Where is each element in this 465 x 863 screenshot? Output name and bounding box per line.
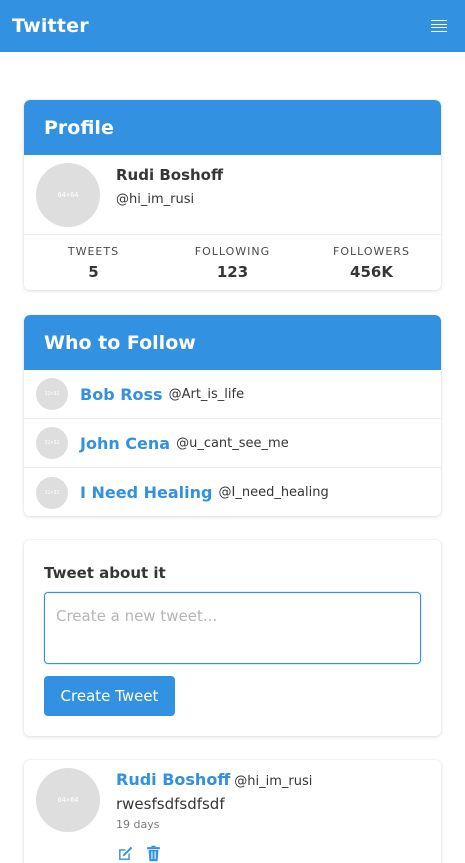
stat-label: FOLLOWERS	[333, 245, 410, 258]
hamburger-icon[interactable]	[431, 20, 447, 32]
tweet-input[interactable]	[44, 592, 421, 664]
profile-body: 64×64 Rudi Boshoff @hi_im_rusi	[24, 155, 441, 235]
tweet-actions	[116, 844, 162, 862]
follow-user-name[interactable]: Bob Ross	[80, 385, 163, 404]
follow-list: 32×32 Bob Ross @Art_is_life 32×32 John C…	[24, 370, 441, 516]
tweet-meta: Rudi Boshoff @hi_im_rusi	[116, 770, 312, 789]
stat-value: 5	[88, 263, 99, 281]
avatar: 32×32	[36, 427, 68, 459]
who-to-follow-card: Who to Follow 32×32 Bob Ross @Art_is_lif…	[24, 315, 441, 516]
tweet-item: 64×64 Rudi Boshoff @hi_im_rusi rwesfsdfs…	[24, 760, 441, 863]
follow-user-handle: @u_cant_see_me	[176, 435, 289, 451]
tweet-timestamp: 19 days	[116, 818, 160, 831]
follow-suggestion[interactable]: 32×32 Bob Ross @Art_is_life	[24, 370, 441, 419]
follow-user-name[interactable]: John Cena	[80, 434, 170, 453]
create-tweet-button[interactable]: Create Tweet	[44, 676, 175, 716]
stat-followers[interactable]: FOLLOWERS 456K	[302, 235, 441, 290]
tweet-handle: @hi_im_rusi	[234, 774, 313, 789]
follow-user-handle: @I_need_healing	[218, 485, 329, 500]
follow-user-handle: @Art_is_life	[168, 386, 245, 402]
profile-card: Profile 64×64 Rudi Boshoff @hi_im_rusi T…	[24, 100, 441, 290]
avatar: 32×32	[36, 476, 68, 509]
follow-suggestion[interactable]: 32×32 John Cena @u_cant_see_me	[24, 419, 441, 468]
avatar-placeholder-text: 32×32	[44, 489, 60, 496]
tweet-form-label: Tweet about it	[44, 564, 166, 582]
brand-logo[interactable]: Twitter	[12, 15, 89, 37]
stat-following[interactable]: FOLLOWING 123	[163, 235, 302, 290]
avatar: 64×64	[36, 768, 100, 832]
avatar-placeholder-text: 32×32	[44, 391, 60, 397]
profile-stats: TWEETS 5 FOLLOWING 123 FOLLOWERS 456K	[24, 235, 441, 290]
profile-name: Rudi Boshoff	[116, 166, 224, 184]
profile-card-title: Profile	[24, 100, 441, 155]
tweet-text: rwesfsdfsdfsdf	[116, 795, 225, 813]
stat-value: 123	[216, 263, 249, 281]
navbar: Twitter	[0, 0, 465, 52]
avatar: 64×64	[36, 163, 100, 227]
follow-user-name[interactable]: I Need Healing	[80, 483, 213, 502]
stat-label: TWEETS	[67, 245, 120, 258]
edit-icon[interactable]	[116, 844, 134, 862]
profile-handle: @hi_im_rusi	[116, 192, 195, 207]
stat-label: FOLLOWING	[194, 245, 271, 258]
stat-tweets[interactable]: TWEETS 5	[24, 235, 163, 290]
avatar-placeholder-text: 32×32	[44, 440, 60, 446]
avatar: 32×32	[36, 378, 68, 410]
avatar-placeholder-text: 64×64	[57, 191, 79, 199]
tweet-author[interactable]: Rudi Boshoff	[116, 770, 230, 789]
stat-value: 456K	[350, 263, 393, 281]
avatar-placeholder-text: 64×64	[57, 796, 79, 804]
follow-suggestion[interactable]: 32×32 I Need Healing @I_need_healing	[24, 468, 441, 516]
who-to-follow-title: Who to Follow	[24, 315, 441, 370]
trash-icon[interactable]	[144, 844, 162, 862]
tweet-form-card: Tweet about it Create Tweet	[24, 540, 441, 736]
